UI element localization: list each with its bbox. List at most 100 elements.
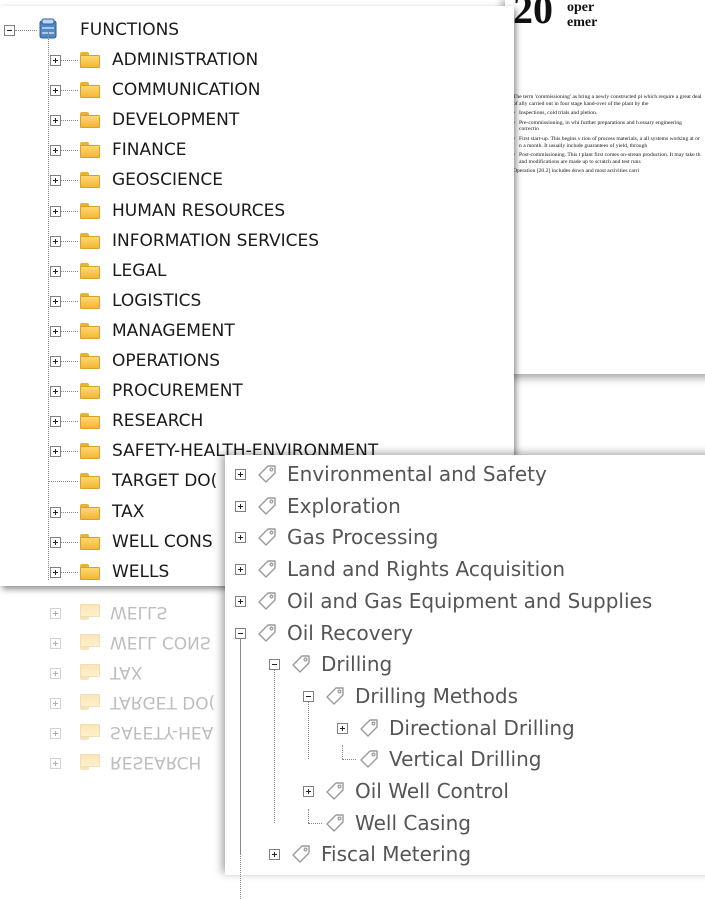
reflection-label: TARGET DO( bbox=[110, 692, 216, 712]
expand-toggle[interactable] bbox=[303, 786, 314, 797]
expand-toggle[interactable] bbox=[235, 469, 246, 480]
tree-item-oil-well-control[interactable]: Oil Well Control bbox=[355, 775, 509, 807]
tree-item-management[interactable]: MANAGEMENT bbox=[112, 317, 235, 345]
folder-icon bbox=[80, 172, 100, 188]
tag-icon bbox=[325, 686, 345, 706]
tag-icon bbox=[325, 813, 345, 833]
expand-toggle[interactable] bbox=[50, 115, 61, 126]
tag-icon bbox=[257, 527, 277, 547]
tree-item-well-casing[interactable]: Well Casing bbox=[355, 807, 471, 839]
tree-item-vertical-drilling[interactable]: Vertical Drilling bbox=[389, 743, 541, 775]
folder-icon bbox=[80, 724, 100, 740]
tree-item-tax[interactable]: TAX bbox=[112, 498, 144, 526]
tree-item-well-cons[interactable]: WELL CONS bbox=[112, 528, 213, 556]
tree-item-logistics[interactable]: LOGISTICS bbox=[112, 287, 201, 315]
tree-item-drilling-methods[interactable]: Drilling Methods bbox=[355, 680, 518, 712]
folder-icon bbox=[80, 564, 100, 580]
category-tree-panel: Environmental and Safety Exploration Gas P… bbox=[225, 455, 705, 899]
expand-toggle[interactable] bbox=[50, 537, 61, 548]
tree-item-information-services[interactable]: INFORMATION SERVICES bbox=[112, 227, 319, 255]
tree-item-oil-recovery[interactable]: Oil Recovery bbox=[287, 617, 413, 649]
tree-root-label[interactable]: FUNCTIONS bbox=[80, 16, 179, 44]
expand-toggle[interactable] bbox=[50, 206, 61, 217]
tree-item-wells[interactable]: WELLS bbox=[112, 558, 169, 586]
tree-item-directional-drilling[interactable]: Directional Drilling bbox=[389, 712, 575, 744]
tag-icon bbox=[257, 496, 277, 516]
folder-icon bbox=[80, 504, 100, 520]
tag-icon bbox=[359, 749, 379, 769]
folder-icon bbox=[80, 233, 100, 249]
tree-item-administration[interactable]: ADMINISTRATION bbox=[112, 46, 258, 74]
tree-item-drilling[interactable]: Drilling bbox=[321, 648, 392, 680]
expand-toggle[interactable] bbox=[50, 326, 61, 337]
folder-icon bbox=[80, 664, 100, 680]
tree-item-human-resources[interactable]: HUMAN RESOURCES bbox=[112, 197, 285, 225]
expand-toggle[interactable] bbox=[269, 849, 280, 860]
collapse-toggle[interactable] bbox=[303, 691, 314, 702]
tree-item-legal[interactable]: LEGAL bbox=[112, 257, 167, 285]
folder-icon bbox=[80, 634, 100, 650]
reflection-label: SAFETY-HEA bbox=[110, 722, 214, 742]
folder-icon bbox=[80, 604, 100, 620]
tag-icon bbox=[325, 781, 345, 801]
folder-icon bbox=[80, 443, 100, 459]
expand-toggle[interactable] bbox=[50, 145, 61, 156]
expand-toggle[interactable] bbox=[235, 501, 246, 512]
expand-toggle[interactable] bbox=[50, 507, 61, 518]
tag-icon bbox=[291, 844, 311, 864]
folder-icon bbox=[80, 263, 100, 279]
document-bullet: Post-commissioning. This t plant first c… bbox=[513, 152, 703, 165]
tree-item-land-and-rights-acquisition[interactable]: Land and Rights Acquisition bbox=[287, 553, 565, 585]
tree-item-development[interactable]: DEVELOPMENT bbox=[112, 106, 239, 134]
tree-reflection: WELLS WELL CONS TAX TARGET DO(SAFETY-HEA RES… bbox=[42, 598, 232, 773]
folder-icon bbox=[80, 694, 100, 710]
folder-icon bbox=[80, 754, 100, 770]
collapse-toggle[interactable] bbox=[4, 25, 15, 36]
expand-toggle[interactable] bbox=[50, 85, 61, 96]
collapse-toggle[interactable] bbox=[235, 628, 246, 639]
expand-toggle[interactable] bbox=[50, 236, 61, 247]
tree-item-fiscal-metering[interactable]: Fiscal Metering bbox=[321, 838, 471, 870]
tree-item-oil-and-gas-equipment-and-supplies[interactable]: Oil and Gas Equipment and Supplies bbox=[287, 585, 652, 617]
document-bullet: Pre-commissioning, in whi further prepar… bbox=[513, 120, 703, 133]
tag-icon bbox=[359, 718, 379, 738]
folder-icon bbox=[80, 52, 100, 68]
tree-item-finance[interactable]: FINANCE bbox=[112, 136, 186, 164]
folder-icon bbox=[80, 293, 100, 309]
folder-icon bbox=[80, 534, 100, 550]
expand-toggle[interactable] bbox=[50, 446, 61, 457]
expand-toggle[interactable] bbox=[50, 356, 61, 367]
reflection-label: WELL CONS bbox=[110, 632, 211, 652]
tree-item-communication[interactable]: COMMUNICATION bbox=[112, 76, 260, 104]
folder-icon bbox=[80, 203, 100, 219]
tree-item-geoscience[interactable]: GEOSCIENCE bbox=[112, 166, 223, 194]
folder-icon bbox=[80, 82, 100, 98]
folder-icon bbox=[80, 383, 100, 399]
expand-toggle[interactable] bbox=[50, 416, 61, 427]
reflection-label: WELLS bbox=[110, 602, 168, 622]
folder-icon bbox=[80, 413, 100, 429]
expand-toggle[interactable] bbox=[235, 596, 246, 607]
folder-icon bbox=[80, 353, 100, 369]
tree-item-research[interactable]: RESEARCH bbox=[112, 407, 203, 435]
expand-toggle[interactable] bbox=[50, 296, 61, 307]
expand-toggle[interactable] bbox=[50, 386, 61, 397]
tree-item-environmental-and-safety[interactable]: Environmental and Safety bbox=[287, 458, 547, 490]
tree-item-target-do[interactable]: TARGET DO( bbox=[112, 467, 217, 495]
tree-item-operations[interactable]: OPERATIONS bbox=[112, 347, 220, 375]
expand-toggle[interactable] bbox=[50, 175, 61, 186]
tag-icon bbox=[257, 464, 277, 484]
expand-toggle[interactable] bbox=[235, 532, 246, 543]
reflection-label: RESEARCH bbox=[110, 752, 202, 772]
folder-icon bbox=[80, 112, 100, 128]
expand-toggle[interactable] bbox=[50, 266, 61, 277]
expand-toggle[interactable] bbox=[50, 567, 61, 578]
tree-item-procurement[interactable]: PROCUREMENT bbox=[112, 377, 243, 405]
collapse-toggle[interactable] bbox=[269, 659, 280, 670]
expand-toggle[interactable] bbox=[235, 564, 246, 575]
tree-item-gas-processing[interactable]: Gas Processing bbox=[287, 521, 438, 553]
expand-toggle[interactable] bbox=[337, 723, 348, 734]
tree-item-exploration[interactable]: Exploration bbox=[287, 490, 401, 522]
expand-toggle[interactable] bbox=[50, 55, 61, 66]
tag-icon bbox=[257, 559, 277, 579]
